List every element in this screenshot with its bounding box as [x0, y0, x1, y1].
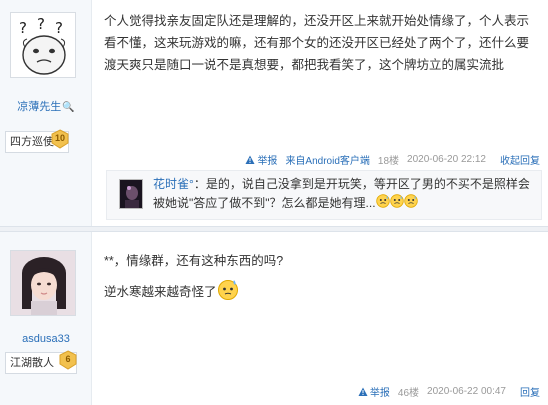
username[interactable]: 凉薄先生🔍: [0, 98, 92, 114]
username-text[interactable]: 凉薄先生: [17, 101, 61, 113]
report-link[interactable]: 举报: [358, 384, 390, 399]
key-icon: 🔍: [62, 102, 75, 113]
report-icon: [245, 155, 255, 164]
dark-avatar-icon: [120, 180, 142, 208]
post-meta: 举报 来自Android客户端 18楼 2020-06-20 22:12 收起回…: [245, 152, 540, 167]
comment-text: 花时雀°：是的，说自己没拿到是开玩笑，等开区了男的不买不是照样会被她说"答应了做…: [153, 175, 537, 214]
level-badge-icon: 6: [58, 350, 78, 370]
post-meta: 举报 46楼 2020-06-22 00:47 回复: [358, 384, 540, 399]
sweat-emoji-icon: [403, 194, 418, 214]
rank-badge: 四方巡使 10: [5, 129, 70, 153]
comment-author[interactable]: 花时雀°: [153, 177, 194, 191]
girl-photo-avatar-icon: [11, 251, 75, 315]
rank-title: 四方巡使: [10, 136, 54, 148]
report-label[interactable]: 举报: [370, 384, 390, 399]
reply-button[interactable]: 回复: [520, 384, 540, 399]
user-sidebar: asdusa33 江湖散人 6: [0, 232, 92, 405]
report-icon: [358, 387, 368, 396]
avatar[interactable]: [10, 250, 76, 316]
post-floor-18: ? ? ? 凉薄先生🔍 四方巡使 10 个人觉得找亲友固定队还是理解的，还没开区…: [0, 0, 548, 226]
meme-avatar-icon: ? ? ?: [11, 13, 75, 77]
post-line: **，情缘群，还有这种东西的吗?: [104, 254, 284, 268]
collapse-reply-button[interactable]: 收起回复: [500, 152, 540, 167]
sweat-emoji-icon: [375, 194, 390, 214]
post-datetime: 2020-06-22 00:47: [427, 386, 506, 397]
username[interactable]: asdusa33: [0, 333, 92, 345]
floor-number: 46楼: [397, 388, 420, 399]
client-link[interactable]: 来自Android客户端: [285, 152, 369, 167]
level-badge-icon: 10: [50, 129, 70, 149]
report-link[interactable]: 举报: [245, 152, 277, 167]
sweat-emoji-icon: [389, 194, 404, 214]
comment-box: 花时雀°：是的，说自己没拿到是开玩笑，等开区了男的不买不是照样会被她说"答应了做…: [106, 170, 542, 220]
post-floor-46: asdusa33 江湖散人 6 **，情缘群，还有这种东西的吗? 逆水寒越来越奇…: [0, 232, 548, 405]
svg-text:?: ?: [19, 19, 27, 37]
comment-body: ：是的，说自己没拿到是开玩笑，等开区了男的不买不是照样会被她说"答应了做不到"？…: [153, 177, 530, 211]
svg-text:?: ?: [55, 19, 63, 37]
report-label[interactable]: 举报: [257, 152, 277, 167]
floor-number: 18楼: [377, 156, 400, 167]
post-body: 个人觉得找亲友固定队还是理解的，还没开区上来就开始处情缘了，个人表示看不懂，这来…: [104, 14, 530, 72]
post-body: **，情缘群，还有这种东西的吗? 逆水寒越来越奇怪了: [104, 250, 534, 307]
svg-text:?: ?: [37, 15, 45, 33]
rank-title: 江湖散人: [10, 357, 54, 369]
post-datetime: 2020-06-20 22:12: [407, 154, 486, 165]
level-number: 6: [65, 354, 71, 364]
confused-emoji-icon: [217, 278, 239, 307]
rank-badge: 江湖散人 6: [5, 350, 78, 374]
post-line: 逆水寒越来越奇怪了: [104, 278, 534, 307]
user-sidebar: ? ? ? 凉薄先生🔍 四方巡使 10: [0, 0, 92, 226]
dark-avatar[interactable]: [119, 179, 143, 209]
avatar[interactable]: ? ? ?: [10, 12, 76, 78]
level-number: 10: [54, 133, 65, 143]
post-line-text: 逆水寒越来越奇怪了: [104, 284, 217, 299]
